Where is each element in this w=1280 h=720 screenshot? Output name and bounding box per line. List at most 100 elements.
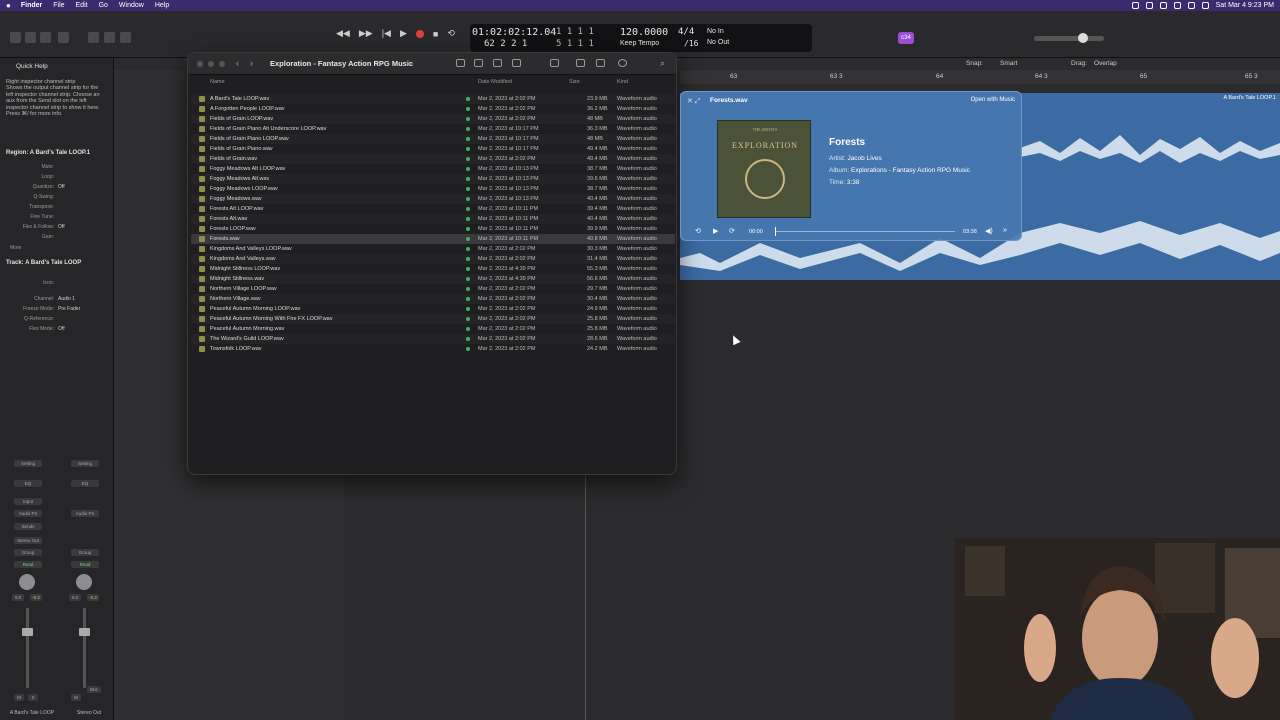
date-column-header[interactable]: Date Modified — [478, 79, 512, 85]
file-row[interactable]: The Wizard's Guild LOOP.wav Mar 2, 2023 a… — [191, 334, 675, 344]
scrubber-knob[interactable] — [775, 227, 776, 236]
file-row[interactable]: Forests.wav Mar 2, 2023 at 10:11 PM 40.8 M… — [191, 234, 675, 244]
solo-button[interactable]: S — [28, 694, 38, 701]
file-row[interactable]: Foggy Meadows Alt.wav Mar 2, 2023 at 10:1… — [191, 174, 675, 184]
file-row[interactable]: Northern Village.wav Mar 2, 2023 at 2:02 … — [191, 294, 675, 304]
volume-icon[interactable]: ◀) — [985, 227, 993, 235]
column-view-icon[interactable] — [493, 59, 502, 67]
lcd-time-signature[interactable]: 4/4 — [678, 27, 694, 37]
snap-dropdown[interactable]: Smart — [1000, 60, 1017, 67]
file-row[interactable]: Forests Alt LOOP.wav Mar 2, 2023 at 10:11… — [191, 204, 675, 214]
skip-back-icon[interactable]: ⟲ — [695, 227, 701, 235]
library-button[interactable] — [10, 32, 21, 43]
play-icon[interactable]: ▶ — [713, 227, 718, 235]
eq-button[interactable]: EQ — [71, 480, 99, 487]
file-row[interactable]: A Bard's Tale LOOP.wav Mar 2, 2023 at 2:0… — [191, 94, 675, 104]
file-row[interactable]: Foggy Meadows.wav Mar 2, 2023 at 10:13 PM… — [191, 194, 675, 204]
forward-icon[interactable]: › — [250, 58, 253, 68]
file-row[interactable]: Forests Alt.wav Mar 2, 2023 at 10:11 PM 40… — [191, 214, 675, 224]
lcd-tempo[interactable]: 120.0000 — [620, 27, 668, 38]
file-row[interactable]: Northern Village LOOP.wav Mar 2, 2023 at … — [191, 284, 675, 294]
param-value[interactable]: Off — [58, 224, 65, 230]
file-row[interactable]: Fields of Grain Piano Alt Underscore LOO… — [191, 124, 675, 134]
status-icon[interactable] — [1145, 2, 1153, 9]
automation-mode[interactable]: Read — [14, 561, 42, 568]
search-icon[interactable] — [1187, 2, 1195, 9]
setting-button[interactable]: Setting — [71, 460, 99, 467]
audio-fx-slot[interactable]: Audio FX — [71, 510, 99, 517]
drag-dropdown[interactable]: Overlap — [1094, 60, 1117, 67]
menu-window[interactable]: Window — [119, 2, 144, 9]
forward-icon[interactable]: ▶▶ — [359, 28, 373, 39]
volume-fader[interactable] — [26, 608, 29, 688]
file-row[interactable]: Midnight Stillness.wav Mar 2, 2023 at 4:3… — [191, 274, 675, 284]
open-with-music-button[interactable]: Open with Music — [971, 97, 1015, 103]
bar-ruler[interactable]: 63 63 3 64 64 3 65 65 3 — [680, 70, 1280, 84]
file-row[interactable]: Kingdoms And Valleys.wav Mar 2, 2023 at 2… — [191, 254, 675, 264]
kind-column-header[interactable]: Kind — [617, 79, 628, 85]
menubar-clock[interactable]: Sat Mar 4 9:23 PM — [1216, 2, 1274, 9]
list-view-icon[interactable] — [474, 59, 483, 67]
control-center-icon[interactable] — [1201, 2, 1209, 9]
audio-fx-slot[interactable]: Audio FX — [14, 510, 42, 517]
minimize-window-button[interactable] — [208, 61, 214, 67]
back-icon[interactable]: ‹ — [236, 58, 239, 68]
automation-mode[interactable]: Read — [71, 561, 99, 568]
smart-controls-button[interactable] — [88, 32, 99, 43]
count-in-badge[interactable]: c34 — [898, 32, 914, 44]
file-row[interactable]: Fields of Grain LOOP.wav Mar 2, 2023 at 2… — [191, 114, 675, 124]
fast-forward-icon[interactable]: » — [1003, 227, 1007, 234]
editors-button[interactable] — [120, 32, 131, 43]
search-icon[interactable]: ⌕ — [660, 58, 665, 69]
capture-icon[interactable]: ■ — [433, 29, 438, 39]
file-row[interactable]: Peaceful Autumn Morning LOOP.wav Mar 2, 2… — [191, 304, 675, 314]
more-actions-icon[interactable] — [618, 59, 627, 67]
group-slot[interactable]: Group — [71, 549, 99, 556]
lcd-keep-tempo[interactable]: Keep Tempo — [620, 40, 659, 47]
setting-button[interactable]: Setting — [14, 460, 42, 467]
file-row[interactable]: Townsfolk LOOP.wav Mar 2, 2023 at 2:02 PM… — [191, 344, 675, 354]
mute-button[interactable]: M — [71, 694, 81, 701]
mixer-button[interactable] — [104, 32, 115, 43]
file-row[interactable]: Fields of Grain Piano.wav Mar 2, 2023 at … — [191, 144, 675, 154]
param-value[interactable]: Off — [58, 326, 65, 332]
file-row[interactable]: Fields of Grain.wav Mar 2, 2023 at 2:02 P… — [191, 154, 675, 164]
file-row[interactable]: Foggy Meadows Alt LOOP.wav Mar 2, 2023 at… — [191, 164, 675, 174]
lcd-division[interactable]: /16 — [684, 39, 698, 48]
group-icon[interactable] — [550, 59, 559, 67]
fader-cap[interactable] — [79, 628, 90, 636]
cycle-icon[interactable]: ⟲ — [447, 28, 455, 39]
zoom-window-button[interactable] — [219, 61, 225, 67]
menu-help[interactable]: Help — [155, 2, 169, 9]
bounce-button[interactable]: Bnc — [87, 686, 101, 693]
name-column-header[interactable]: Name — [210, 79, 225, 85]
track-inspector-title[interactable]: Track: A Bard's Tale LOOP — [6, 260, 81, 266]
group-slot[interactable]: Group — [14, 549, 42, 556]
size-column-header[interactable]: Size — [569, 79, 580, 85]
param-value[interactable]: Off — [58, 184, 65, 190]
wifi-icon[interactable] — [1173, 2, 1181, 9]
lcd-display[interactable]: 01:02:02:12.04 62 2 2 1 1 1 1 1 5 1 1 1 … — [470, 24, 812, 52]
mute-button[interactable]: M — [14, 694, 24, 701]
toolbar-button[interactable] — [40, 32, 51, 43]
gallery-view-icon[interactable] — [512, 59, 521, 67]
param-value[interactable]: Audio 1 — [58, 296, 75, 302]
input-slot[interactable]: Input — [14, 498, 42, 505]
go-to-start-icon[interactable]: |◀ — [382, 28, 391, 39]
skip-forward-icon[interactable]: ⟳ — [729, 227, 735, 235]
apple-menu-icon[interactable]: ● — [6, 1, 11, 10]
status-icon[interactable] — [1159, 2, 1167, 9]
more-disclosure[interactable]: More — [10, 245, 50, 251]
master-volume-slider[interactable] — [1034, 33, 1104, 43]
menu-file[interactable]: File — [53, 2, 64, 9]
file-row[interactable]: Foggy Meadows LOOP.wav Mar 2, 2023 at 10:… — [191, 184, 675, 194]
share-icon[interactable] — [576, 59, 585, 67]
file-row[interactable]: Forests LOOP.wav Mar 2, 2023 at 10:11 PM 3… — [191, 224, 675, 234]
volume-fader[interactable] — [83, 608, 86, 688]
fader-cap[interactable] — [22, 628, 33, 636]
close-window-button[interactable] — [197, 61, 203, 67]
pan-knob[interactable] — [19, 574, 35, 590]
status-icon[interactable] — [1131, 2, 1139, 9]
param-value[interactable]: Pre Fader — [58, 306, 80, 312]
icon-view-icon[interactable] — [456, 59, 465, 67]
